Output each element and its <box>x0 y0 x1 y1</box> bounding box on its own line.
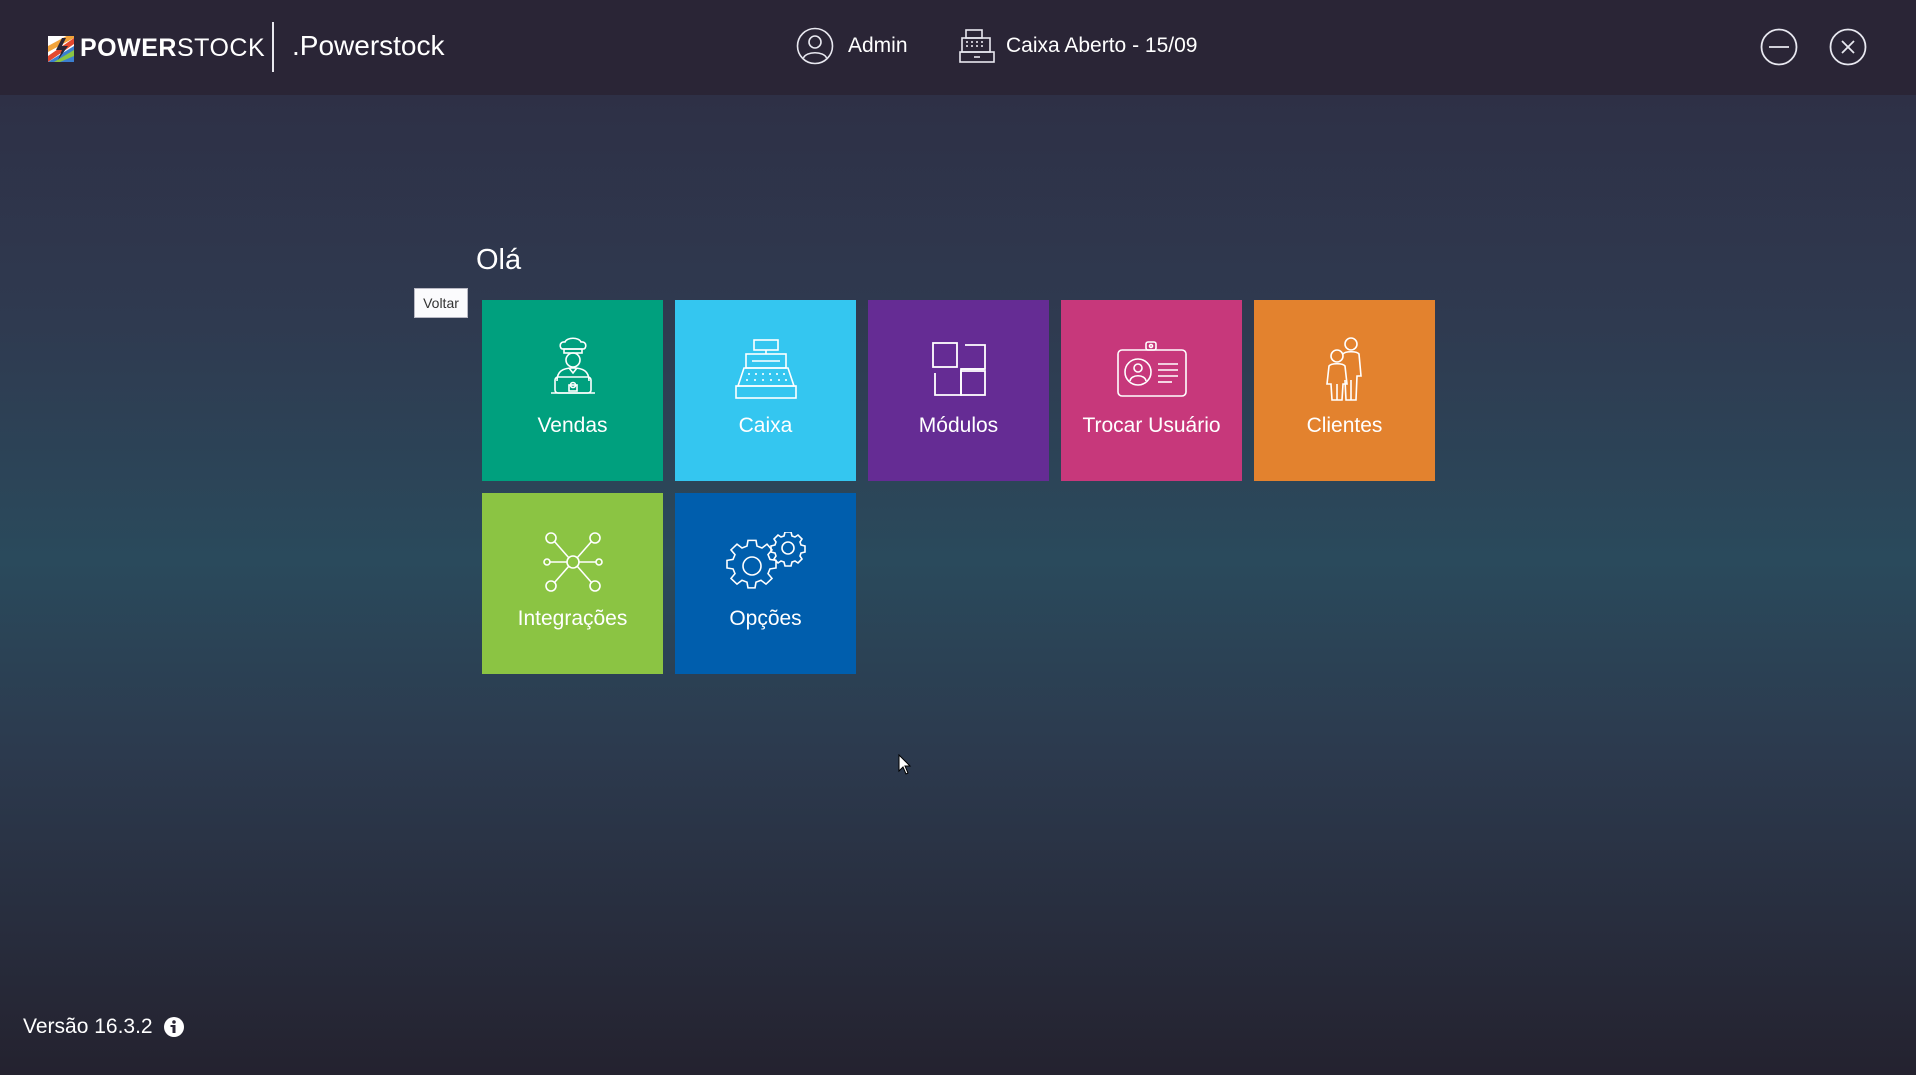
powerstock-logo-icon <box>48 35 74 62</box>
tile-opcoes[interactable]: Opções <box>675 493 856 674</box>
back-tooltip[interactable]: Voltar <box>414 288 468 318</box>
tile-modulos[interactable]: Módulos <box>868 300 1049 481</box>
top-bar: POWERSTOCK .Powerstock Admin Caixa Abert… <box>0 0 1916 95</box>
version-text: Versão 16.3.2 <box>23 1015 153 1038</box>
close-button[interactable] <box>1829 28 1867 66</box>
greeting-title: Olá <box>476 244 522 276</box>
modules-icon <box>931 342 986 396</box>
tile-trocar-usuario[interactable]: Trocar Usuário <box>1061 300 1242 481</box>
header-divider <box>272 22 274 72</box>
register-status-text: Caixa Aberto - 15/09 <box>1006 34 1198 57</box>
info-icon[interactable] <box>163 1016 185 1038</box>
tile-label: Integrações <box>517 607 628 630</box>
minimize-icon <box>1760 28 1798 66</box>
user-name: Admin <box>848 34 908 57</box>
close-icon <box>1829 28 1867 66</box>
id-badge-icon <box>1116 341 1187 397</box>
user-menu[interactable]: Admin <box>796 27 908 65</box>
tile-label: Clientes <box>1306 414 1383 437</box>
cash-register-icon <box>734 339 797 399</box>
tile-label: Trocar Usuário <box>1082 414 1221 437</box>
tile-caixa[interactable]: Caixa <box>675 300 856 481</box>
tile-integracoes[interactable]: Integrações <box>482 493 663 674</box>
brand-name: POWERSTOCK <box>80 34 266 62</box>
tile-label: Módulos <box>918 414 999 437</box>
app-title: .Powerstock <box>292 30 445 61</box>
version-info: Versão 16.3.2 <box>23 1015 185 1039</box>
tile-vendas[interactable]: Vendas <box>482 300 663 481</box>
user-avatar-icon <box>796 27 834 65</box>
cash-register-icon <box>959 29 995 63</box>
tile-label: Caixa <box>738 414 793 437</box>
tile-clientes[interactable]: Clientes <box>1254 300 1435 481</box>
register-status[interactable]: Caixa Aberto - 15/09 <box>958 28 1197 64</box>
gears-icon <box>725 532 806 589</box>
brand-logo: POWERSTOCK <box>48 34 265 63</box>
tile-label: Vendas <box>537 414 608 437</box>
tile-label: Opções <box>729 607 802 630</box>
chef-laptop-icon <box>550 337 595 394</box>
network-icon <box>542 532 603 592</box>
people-icon <box>1325 337 1362 401</box>
minimize-button[interactable] <box>1760 28 1798 66</box>
mouse-cursor-icon <box>898 754 912 775</box>
